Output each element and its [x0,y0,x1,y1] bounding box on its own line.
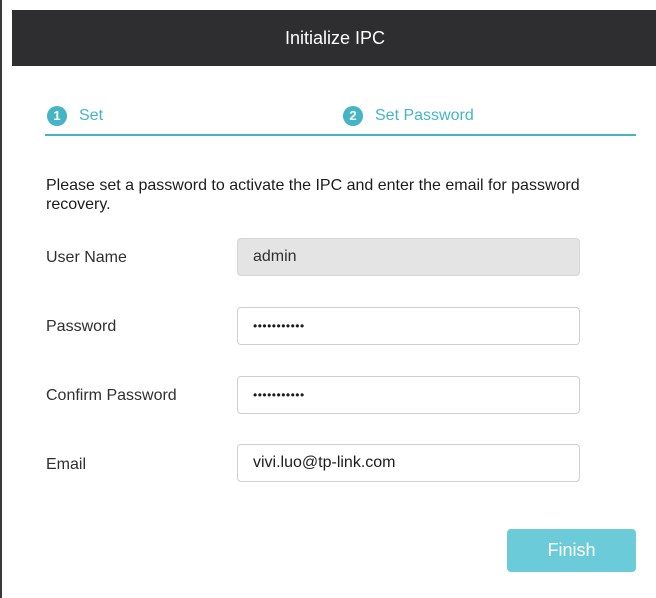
email-label: Email [46,456,87,473]
step-2-number-badge: 2 [343,106,363,126]
step-set: 1 Set [47,105,103,127]
password-label: Password [46,318,117,335]
initialize-ipc-dialog: Initialize IPC 1 Set 2 Set Password Plea… [0,0,656,598]
confirm-password-label: Confirm Password [46,387,177,404]
password-field[interactable] [237,307,580,345]
dialog-title: Initialize IPC [12,10,656,66]
step-1-number-badge: 1 [47,106,67,126]
step-set-password: 2 Set Password [343,105,474,127]
step-indicator: 1 Set 2 Set Password [45,100,636,136]
email-field[interactable] [237,444,580,482]
username-label: User Name [46,249,127,266]
confirm-password-field[interactable] [237,376,580,414]
step-2-label: Set Password [375,107,474,124]
instruction-text: Please set a password to activate the IP… [46,177,580,213]
step-1-label: Set [79,107,104,124]
finish-button[interactable]: Finish [507,529,636,572]
username-field [237,238,580,276]
step-progress-line [45,134,636,136]
